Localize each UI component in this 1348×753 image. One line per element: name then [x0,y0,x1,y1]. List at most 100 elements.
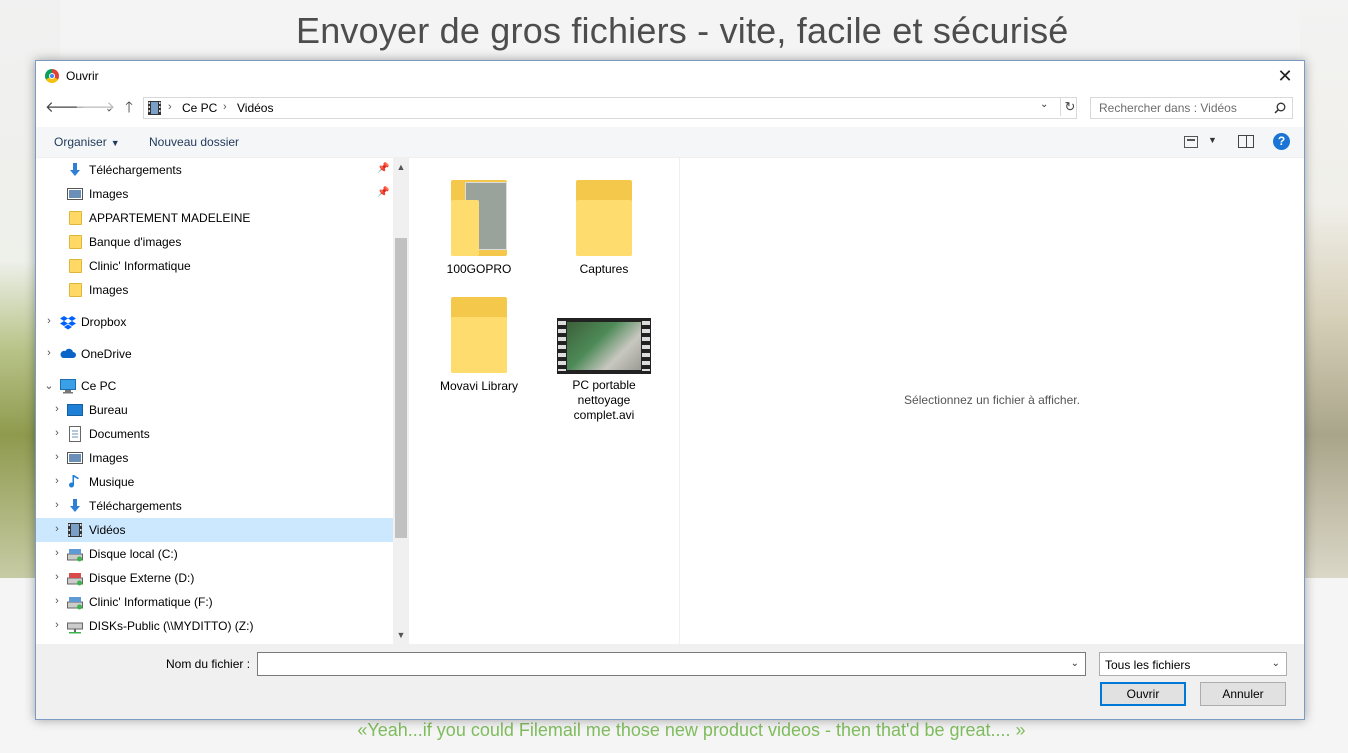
forward-arrow-icon[interactable]: 🡒 [75,98,115,118]
nav-item-label: Bureau [89,403,128,417]
site-title: Envoyer de gros fichiers - vite, facile … [296,10,1069,51]
view-options-caret-icon[interactable]: ▼ [1208,135,1217,145]
nav-item-label: APPARTEMENT MADELEINE [89,211,251,225]
nav-item-label: Clinic' Informatique (F:) [89,595,213,609]
open-button[interactable]: Ouvrir [1100,682,1186,706]
expand-chevron-icon[interactable]: › [52,619,62,631]
organize-menu-button[interactable]: Organiser ▼ [54,135,120,149]
nav-item-label: Dropbox [81,315,127,329]
file-item-100gopro[interactable]: 100GOPRO [424,176,534,277]
nav-item-label: Ce PC [81,379,117,393]
pictures-icon [67,188,83,200]
nav-item-label: Musique [89,475,135,489]
nav-item-documents[interactable]: › Documents [36,422,393,446]
nav-item-images-quick[interactable]: Images 📌 [36,182,393,206]
expand-chevron-icon[interactable]: › [52,499,62,511]
new-folder-button[interactable]: Nouveau dossier [149,135,239,149]
nav-item-disque-externe-d[interactable]: › Disque Externe (D:) [36,566,393,590]
up-arrow-icon[interactable]: 🡑 [119,98,139,118]
help-icon[interactable]: ? [1273,133,1290,150]
nav-item-musique[interactable]: › Musique [36,470,393,494]
scrollbar-thumb[interactable] [395,238,407,538]
pin-icon: 📌 [377,187,390,198]
expand-chevron-icon[interactable]: › [52,475,62,487]
expand-chevron-icon[interactable]: › [52,427,62,439]
nav-item-bureau[interactable]: › Bureau [36,398,393,422]
background-image-right [1300,0,1348,580]
collapse-chevron-icon[interactable]: ⌄ [44,379,54,392]
breadcrumb-chevron-icon[interactable]: › [223,101,227,113]
search-input[interactable]: Rechercher dans : Vidéos [1090,97,1293,119]
expand-chevron-icon[interactable]: › [52,523,62,535]
drive-icon [67,573,83,586]
breadcrumb-chevron-icon[interactable]: › [168,101,172,113]
nav-item-images-folder[interactable]: Images [36,278,393,302]
nav-item-disks-public-z[interactable]: › DISKs-Public (\\MYDITTO) (Z:) [36,614,393,638]
filename-label: Nom du fichier : [166,657,251,671]
nav-item-images[interactable]: › Images [36,446,393,470]
filename-input[interactable]: ⌄ [257,652,1086,676]
back-arrow-icon[interactable]: 🡐 [45,98,85,118]
folder-icon [69,283,82,297]
nav-item-videos[interactable]: › Vidéos [36,518,393,542]
dialog-footer: Nom du fichier : ⌄ Tous les fichiers ⌄ O… [36,644,1304,719]
nav-item-label: OneDrive [81,347,132,361]
music-icon [69,475,79,488]
dialog-titlebar: Ouvrir ✕ [36,61,1304,91]
nav-item-onedrive[interactable]: › OneDrive [36,342,393,366]
file-list: 100GOPRO Captures Movavi Library PC port… [410,158,678,644]
nav-item-label: Banque d'images [89,235,182,249]
expand-chevron-icon[interactable]: › [52,451,62,463]
nav-item-label: Disque Externe (D:) [89,571,195,585]
expand-chevron-icon[interactable]: › [52,571,62,583]
nav-item-label: Images [89,451,129,465]
change-view-icon[interactable] [1184,136,1198,148]
chrome-icon [45,69,59,83]
nav-item-telechargements[interactable]: › Téléchargements [36,494,393,518]
expand-chevron-icon[interactable]: › [44,315,54,327]
nav-item-ce-pc[interactable]: ⌄ Ce PC [36,374,393,398]
nav-item-clinic-informatique[interactable]: Clinic' Informatique [36,254,393,278]
chevron-down-icon[interactable]: ⌄ [1071,658,1079,669]
expand-chevron-icon[interactable]: › [52,595,62,607]
expand-chevron-icon[interactable]: › [52,547,62,559]
dropbox-icon [60,316,76,330]
dialog-title: Ouvrir [66,69,99,83]
cancel-button[interactable]: Annuler [1200,682,1286,706]
file-label-line: complet.avi [573,408,635,422]
breadcrumb-ce-pc[interactable]: Ce PC [182,101,217,115]
nav-item-clinic-informatique-f[interactable]: › Clinic' Informatique (F:) [36,590,393,614]
file-item-pc-portable-avi[interactable]: PC portable nettoyage complet.avi [549,318,659,423]
address-bar[interactable]: › Ce PC › Vidéos [143,97,1077,119]
scroll-down-arrow-icon[interactable]: ▼ [393,630,409,640]
nav-item-label: Téléchargements [89,499,182,513]
preview-pane-icon[interactable] [1238,135,1254,148]
close-button[interactable]: ✕ [1274,65,1296,87]
file-item-captures[interactable]: Captures [549,176,659,277]
breadcrumb-videos[interactable]: Vidéos [237,101,273,115]
recent-locations-chevron-icon[interactable]: ⌄ [99,98,119,118]
videos-icon [68,523,82,537]
scroll-up-arrow-icon[interactable]: ▲ [393,162,409,172]
nav-item-disque-local-c[interactable]: › Disque local (C:) [36,542,393,566]
folder-icon [69,259,82,273]
file-type-select[interactable]: Tous les fichiers ⌄ [1099,652,1287,676]
chevron-down-icon: ⌄ [1271,658,1280,669]
nav-item-label: Images [89,283,129,297]
refresh-icon[interactable]: ↻ [1060,98,1079,116]
folder-icon [576,176,632,256]
navigation-scrollbar[interactable]: ▲ ▼ [393,158,409,644]
search-icon[interactable] [1274,102,1286,114]
open-file-dialog: Ouvrir ✕ 🡐 🡒 ⌄ 🡑 › Ce PC › Vidéos ⌄ ↻ Re… [35,60,1305,720]
search-placeholder: Rechercher dans : Vidéos [1099,101,1237,115]
nav-item-appartement-madeleine[interactable]: APPARTEMENT MADELEINE [36,206,393,230]
expand-chevron-icon[interactable]: › [44,347,54,359]
nav-item-label: Téléchargements [89,163,182,177]
expand-chevron-icon[interactable]: › [52,403,62,415]
nav-item-label: Vidéos [89,523,126,537]
nav-item-banque-images[interactable]: Banque d'images [36,230,393,254]
nav-item-telechargements-quick[interactable]: Téléchargements 📌 [36,158,393,182]
file-item-movavi-library[interactable]: Movavi Library [424,293,534,394]
nav-item-dropbox[interactable]: › Dropbox [36,310,393,334]
address-dropdown-chevron-icon[interactable]: ⌄ [1040,99,1048,110]
